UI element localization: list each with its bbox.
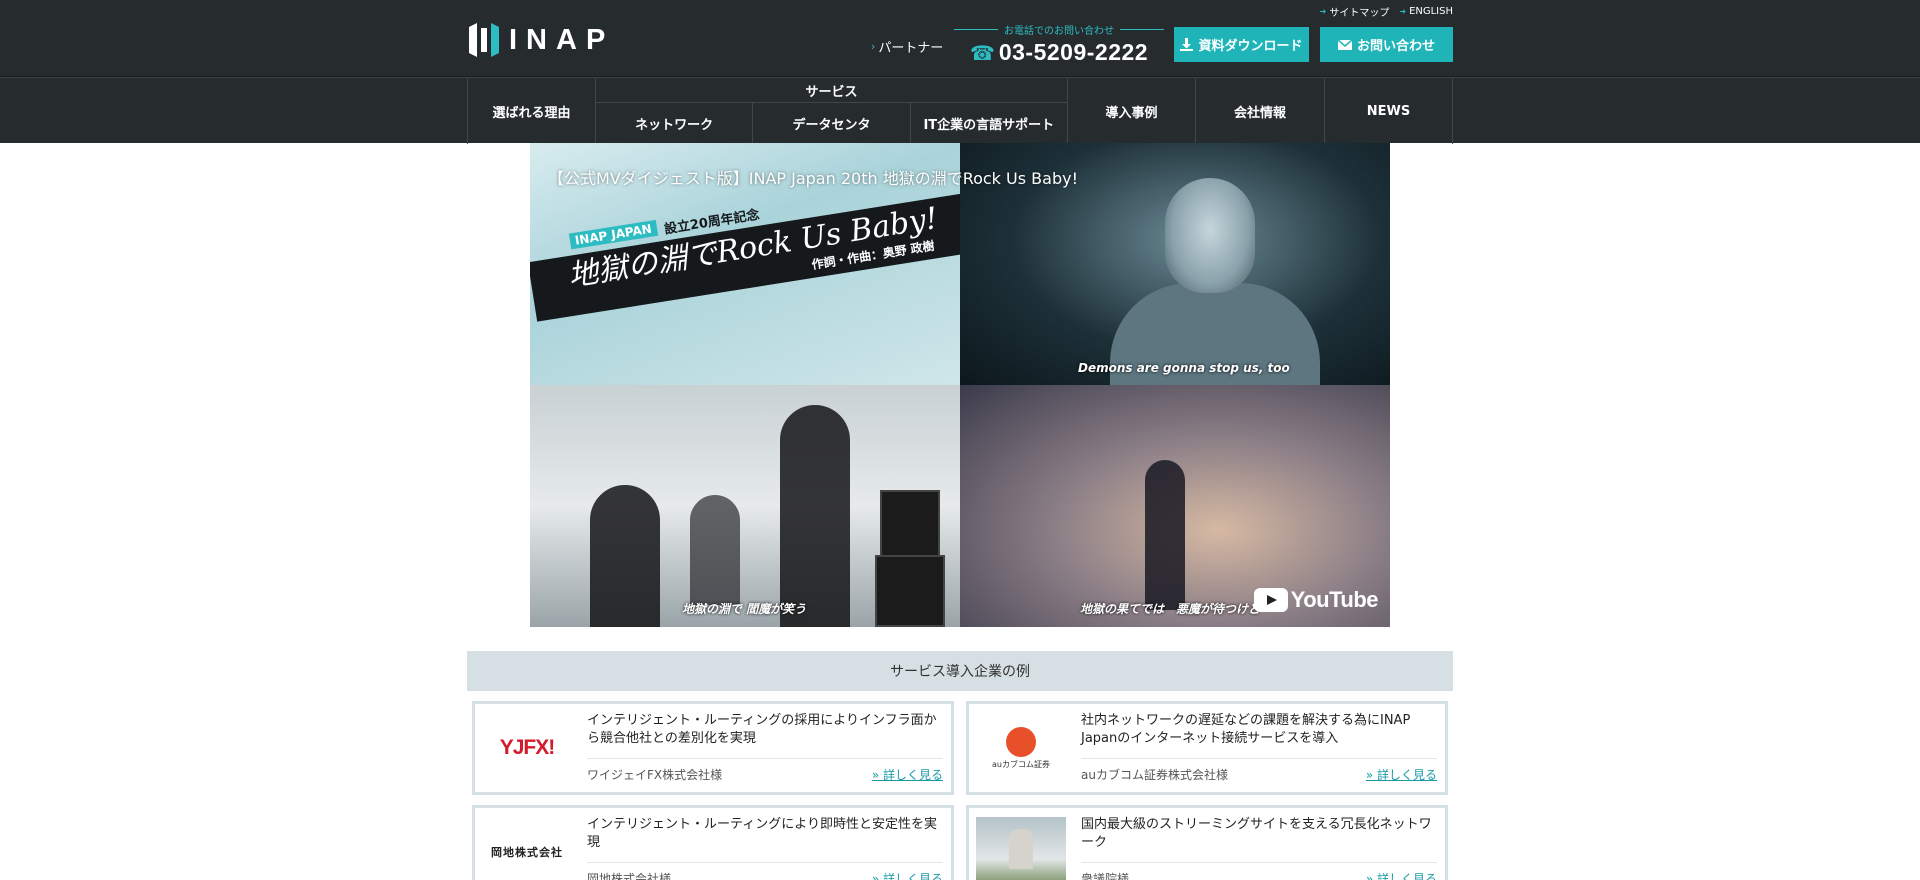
amp-bottom: [875, 555, 945, 627]
case-detail-link[interactable]: » 詳しく見る: [1366, 870, 1437, 880]
nav-news[interactable]: NEWS: [1325, 78, 1453, 144]
inap-logo-icon: [469, 23, 499, 57]
english-label: ENGLISH: [1409, 6, 1453, 17]
partner-link[interactable]: › パートナー: [871, 37, 943, 56]
video-subtitle-bottom-right: 地獄の果てでは 悪魔が待つけど: [1080, 602, 1261, 616]
youtube-wordmark: YouTube: [1290, 587, 1379, 612]
download-button[interactable]: 資料ダウンロード: [1174, 27, 1309, 62]
nav-company[interactable]: 会社情報: [1196, 78, 1325, 144]
top-links: ➔ サイトマップ ➔ ENGLISH: [1320, 4, 1453, 19]
aukabucom-logo-text: auカブコム証券: [992, 759, 1050, 770]
yjfx-logo: YJFX!: [475, 704, 579, 792]
sitemap-label: サイトマップ: [1329, 8, 1390, 19]
case-detail-link[interactable]: » 詳しく見る: [872, 870, 943, 880]
telephone-icon: ☎: [969, 40, 995, 65]
aukabucom-circle: [1005, 726, 1036, 757]
video-frame-dancer: 地獄の果てでは 悪魔が待つけど YouTube: [960, 385, 1390, 627]
nav-datacenter[interactable]: データセンタ: [753, 103, 911, 144]
nav-reasons[interactable]: 選ばれる理由: [468, 78, 596, 144]
diet-building-image: [969, 808, 1073, 880]
sitemap-link[interactable]: ➔ サイトマップ: [1320, 4, 1390, 19]
chevron-right-icon: ›: [871, 40, 876, 53]
diet-building-photo: [976, 817, 1066, 880]
case-detail-link[interactable]: » 詳しく見る: [872, 766, 943, 783]
band-member-guitarist: [780, 405, 850, 627]
arrow-icon: ➔: [1399, 7, 1407, 16]
case-title: 国内最大級のストリーミングサイトを支える冗長化ネットワーク: [1081, 817, 1432, 850]
person-face: [1165, 178, 1255, 293]
dancer-figure: [1145, 460, 1185, 610]
nav-services-sub: ネットワーク データセンタ IT企業の言語サポート: [596, 103, 1067, 144]
nav-services-group: サービス ネットワーク データセンタ IT企業の言語サポート: [596, 78, 1068, 144]
case-footer: 衆議院様 » 詳しく見る: [1081, 862, 1437, 880]
youtube-play-icon: [1253, 588, 1288, 612]
phone-number: 03-5209-2222: [998, 39, 1149, 65]
arrow-icon: ➔: [1319, 7, 1327, 16]
case-footer: auカブコム証券株式会社様 » 詳しく見る: [1081, 758, 1437, 783]
nav-language-support[interactable]: IT企業の言語サポート: [911, 103, 1067, 144]
okachi-logo-text: 岡地株式会社: [491, 846, 563, 859]
case-body: 社内ネットワークの遅延などの課題を解決する為にINAP Japanのインターネッ…: [1073, 704, 1445, 792]
case-detail-link[interactable]: » 詳しく見る: [1366, 766, 1437, 783]
phone-contact: お電話でのお問い合わせ ☎ 03-5209-2222: [954, 22, 1164, 66]
aukabucom-logo: auカブコム証券: [969, 704, 1073, 792]
site-header: INAP ➔ サイトマップ ➔ ENGLISH › パートナー お電話でのお問い合わ…: [0, 0, 1920, 77]
case-card[interactable]: 国内最大級のストリーミングサイトを支える冗長化ネットワーク 衆議院様 » 詳しく…: [966, 805, 1448, 880]
aukabucom-logo-mark: auカブコム証券: [992, 726, 1050, 770]
case-company: auカブコム証券株式会社様: [1081, 768, 1228, 782]
case-card[interactable]: YJFX! インテリジェント・ルーティングの採用によりインフラ面から競合他社との…: [472, 701, 954, 795]
yjfx-logo-text: YJFX!: [499, 736, 556, 759]
download-icon: [1180, 38, 1194, 51]
nav-services[interactable]: サービス: [596, 78, 1067, 103]
phone-caption-text: お電話でのお問い合わせ: [1004, 26, 1114, 37]
phone-number-row[interactable]: ☎ 03-5209-2222: [954, 39, 1164, 66]
case-card[interactable]: auカブコム証券 社内ネットワークの遅延などの課題を解決する為にINAP Jap…: [966, 701, 1448, 795]
partner-label: パートナー: [878, 41, 944, 56]
video-subtitle-bottom-left: 地獄の淵で 閻魔が笑う: [682, 602, 807, 616]
case-title: インテリジェント・ルーティングにより即時性と安定性を実現: [587, 817, 937, 850]
case-grid: YJFX! インテリジェント・ルーティングの採用によりインフラ面から競合他社との…: [467, 691, 1453, 880]
case-title: インテリジェント・ルーティングの採用によりインフラ面から競合他社との差別化を実現: [587, 713, 937, 746]
english-link[interactable]: ➔ ENGLISH: [1399, 4, 1453, 19]
band-member-drummer: [690, 495, 740, 605]
case-studies-heading: サービス導入企業の例: [467, 651, 1453, 691]
case-company: ワイジェイFX株式会社様: [587, 768, 723, 782]
case-title: 社内ネットワークの遅延などの課題を解決する為にINAP Japanのインターネッ…: [1081, 713, 1411, 746]
case-body: インテリジェント・ルーティングの採用によりインフラ面から競合他社との差別化を実現…: [579, 704, 951, 792]
download-label: 資料ダウンロード: [1198, 38, 1303, 53]
mail-icon: [1337, 39, 1352, 50]
band-member-singer: [590, 485, 660, 627]
logo-wordmark: INAP: [509, 23, 615, 56]
case-footer: 岡地株式会社様 » 詳しく見る: [587, 862, 943, 880]
nav-network[interactable]: ネットワーク: [596, 103, 754, 144]
inap-logo[interactable]: INAP: [467, 20, 614, 60]
video-title: 【公式MVダイジェスト版】INAP Japan 20th 地獄の淵でRock U…: [548, 169, 1078, 188]
case-body: インテリジェント・ルーティングにより即時性と安定性を実現 岡地株式会社様 » 詳…: [579, 808, 951, 880]
case-card[interactable]: 岡地株式会社 インテリジェント・ルーティングにより即時性と安定性を実現 岡地株式…: [472, 805, 954, 880]
okachi-logo: 岡地株式会社: [475, 808, 579, 880]
youtube-video-embed[interactable]: 【公式MVダイジェスト版】INAP Japan 20th 地獄の淵でRock U…: [530, 143, 1390, 627]
case-company: 衆議院様: [1081, 872, 1130, 880]
contact-button[interactable]: お問い合わせ: [1320, 27, 1453, 62]
case-studies-section: サービス導入企業の例 YJFX! インテリジェント・ルーティングの採用によりイン…: [467, 651, 1453, 880]
video-frame-band: 地獄の淵で 閻魔が笑う: [530, 385, 960, 627]
case-company: 岡地株式会社様: [587, 872, 672, 880]
phone-caption: お電話でのお問い合わせ: [954, 22, 1164, 37]
case-footer: ワイジェイFX株式会社様 » 詳しく見る: [587, 758, 943, 783]
youtube-logo[interactable]: YouTube: [1253, 587, 1379, 613]
nav-cases[interactable]: 導入事例: [1068, 78, 1196, 144]
main-nav: 選ばれる理由 サービス ネットワーク データセンタ IT企業の言語サポート 導入…: [0, 77, 1920, 144]
contact-label: お問い合わせ: [1356, 38, 1435, 53]
case-body: 国内最大級のストリーミングサイトを支える冗長化ネットワーク 衆議院様 » 詳しく…: [1073, 808, 1445, 880]
aukabucom-logo-label: auカブコム証券: [992, 759, 1050, 769]
video-subtitle-top-right: Demons are gonna stop us, too: [1078, 361, 1290, 375]
